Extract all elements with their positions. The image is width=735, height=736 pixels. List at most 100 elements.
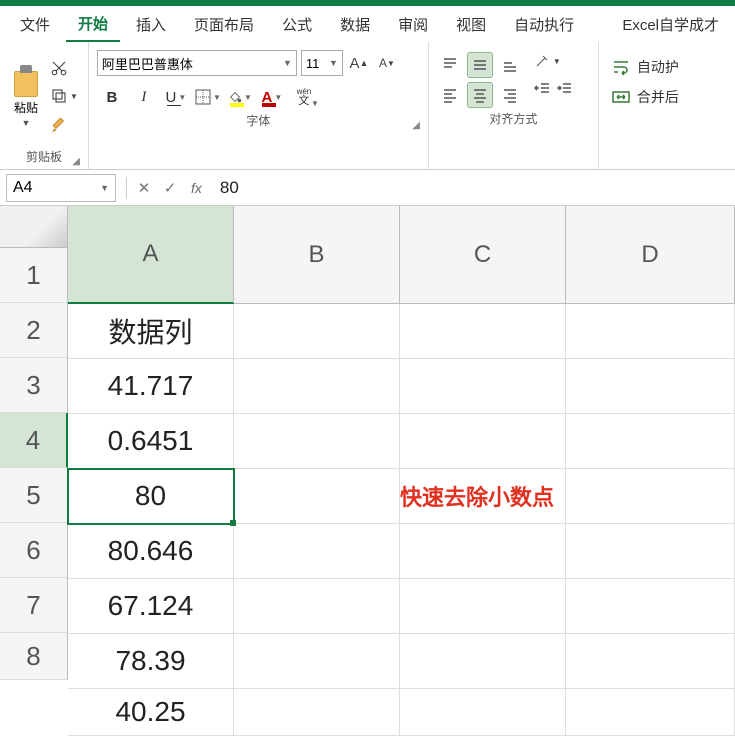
- increase-indent-button[interactable]: [555, 80, 573, 98]
- decrease-font-button[interactable]: A▼: [375, 51, 399, 75]
- cell-a4[interactable]: 80: [68, 469, 234, 524]
- font-size-value: 11: [306, 56, 320, 71]
- cell-b3[interactable]: [234, 414, 400, 469]
- align-right-button[interactable]: [497, 82, 523, 108]
- cell-b6[interactable]: [234, 579, 400, 634]
- cell-a1[interactable]: 数据列: [68, 304, 234, 359]
- underline-button[interactable]: U▼: [161, 84, 191, 110]
- cell-d6[interactable]: [566, 579, 735, 634]
- grid-body[interactable]: 数据列 41.717 0.6451 80 快速去除小数点: [68, 304, 735, 736]
- col-header-a[interactable]: A: [68, 206, 234, 304]
- cell-a8[interactable]: 40.25: [68, 689, 234, 736]
- cell-a3[interactable]: 0.6451: [68, 414, 234, 469]
- menu-automate[interactable]: 自动执行: [502, 8, 586, 41]
- col-header-b[interactable]: B: [234, 206, 400, 304]
- row-header-1[interactable]: 1: [0, 248, 68, 303]
- menu-review[interactable]: 审阅: [386, 8, 440, 41]
- increase-font-button[interactable]: A▲: [347, 51, 371, 75]
- cell-a5[interactable]: 80.646: [68, 524, 234, 579]
- row-header-2[interactable]: 2: [0, 303, 68, 358]
- cancel-formula-button[interactable]: ✕: [131, 175, 157, 201]
- formula-input[interactable]: 80: [210, 178, 735, 198]
- cell-c1[interactable]: [400, 304, 566, 359]
- separator: [126, 177, 127, 199]
- merge-center-button[interactable]: 合并后: [611, 82, 679, 112]
- bucket-icon: [228, 90, 242, 104]
- decrease-indent-button[interactable]: [533, 80, 551, 98]
- wrap-text-button[interactable]: 自动护: [611, 52, 679, 82]
- cell-b1[interactable]: [234, 304, 400, 359]
- cell-d2[interactable]: [566, 359, 735, 414]
- row-header-8[interactable]: 8: [0, 633, 68, 680]
- col-header-d[interactable]: D: [566, 206, 735, 304]
- font-color-button[interactable]: A ▼: [257, 84, 287, 110]
- cell-b8[interactable]: [234, 689, 400, 736]
- paste-button[interactable]: 粘贴 ▼: [8, 65, 44, 128]
- cell-d1[interactable]: [566, 304, 735, 359]
- cell-c2[interactable]: [400, 359, 566, 414]
- dialog-launcher-icon[interactable]: ◢: [412, 120, 420, 131]
- cell-d8[interactable]: [566, 689, 735, 736]
- bold-button[interactable]: B: [97, 84, 127, 110]
- borders-button[interactable]: ▼: [193, 84, 223, 110]
- menu-formulas[interactable]: 公式: [270, 8, 324, 41]
- group-label-alignment: 对齐方式: [489, 110, 537, 127]
- font-name-combo[interactable]: 阿里巴巴普惠体 ▼: [97, 50, 297, 76]
- align-bottom-button[interactable]: [497, 52, 523, 78]
- row-header-3[interactable]: 3: [0, 358, 68, 413]
- cell-b7[interactable]: [234, 634, 400, 689]
- accept-formula-button[interactable]: ✓: [157, 175, 183, 201]
- font-size-combo[interactable]: 11 ▼: [301, 50, 343, 76]
- row-header-4[interactable]: 4: [0, 413, 68, 468]
- align-center-button[interactable]: [467, 82, 493, 108]
- align-middle-button[interactable]: [467, 52, 493, 78]
- account-label[interactable]: Excel自学成才: [614, 8, 727, 41]
- cell-a2[interactable]: 41.717: [68, 359, 234, 414]
- cell-a6[interactable]: 67.124: [68, 579, 234, 634]
- cell-a7[interactable]: 78.39: [68, 634, 234, 689]
- cell-c3[interactable]: [400, 414, 566, 469]
- cell-d4[interactable]: [566, 469, 735, 524]
- cell-b5[interactable]: [234, 524, 400, 579]
- scissors-icon: [50, 59, 68, 77]
- cell-d3[interactable]: [566, 414, 735, 469]
- orientation-button[interactable]: ▼: [533, 52, 573, 70]
- cell-c8[interactable]: [400, 689, 566, 736]
- cell-c5[interactable]: [400, 524, 566, 579]
- menu-data[interactable]: 数据: [328, 8, 382, 41]
- cell-d7[interactable]: [566, 634, 735, 689]
- ribbon-group-clipboard: 粘贴 ▼ ▼ 剪贴板 ◢: [0, 42, 89, 169]
- fill-color-button[interactable]: ▼: [225, 84, 255, 110]
- row-header-5[interactable]: 5: [0, 468, 68, 523]
- cell-b4[interactable]: [234, 469, 400, 524]
- menu-home[interactable]: 开始: [66, 7, 120, 42]
- col-header-c[interactable]: C: [400, 206, 566, 304]
- align-top-button[interactable]: [437, 52, 463, 78]
- menu-insert[interactable]: 插入: [124, 8, 178, 41]
- align-left-button[interactable]: [437, 82, 463, 108]
- menu-view[interactable]: 视图: [444, 8, 498, 41]
- menu-file[interactable]: 文件: [8, 8, 62, 41]
- cell-c7[interactable]: [400, 634, 566, 689]
- fx-icon[interactable]: fx: [191, 180, 202, 196]
- copy-icon: [50, 87, 68, 105]
- format-painter-button[interactable]: [50, 113, 78, 135]
- chevron-down-icon: ▼: [100, 183, 109, 193]
- copy-button[interactable]: ▼: [50, 85, 78, 107]
- italic-button[interactable]: I: [129, 84, 159, 110]
- row-header-7[interactable]: 7: [0, 578, 68, 633]
- spreadsheet: 1 2 3 4 5 6 7 8 A B C D 数据列 41.717: [0, 206, 735, 736]
- ribbon-group-alignment: ▼ 对齐方式: [429, 42, 599, 169]
- border-icon: [195, 89, 211, 105]
- cell-b2[interactable]: [234, 359, 400, 414]
- cut-button[interactable]: [50, 57, 78, 79]
- row-header-6[interactable]: 6: [0, 523, 68, 578]
- select-all-corner[interactable]: [0, 206, 68, 248]
- cell-d5[interactable]: [566, 524, 735, 579]
- menubar: 文件 开始 插入 页面布局 公式 数据 审阅 视图 自动执行 Excel自学成才: [0, 6, 735, 42]
- dialog-launcher-icon[interactable]: ◢: [72, 156, 80, 167]
- cell-c6[interactable]: [400, 579, 566, 634]
- name-box[interactable]: A4 ▼: [6, 174, 116, 202]
- phonetic-button[interactable]: wén 文 ▼: [289, 84, 319, 110]
- menu-page-layout[interactable]: 页面布局: [182, 8, 266, 41]
